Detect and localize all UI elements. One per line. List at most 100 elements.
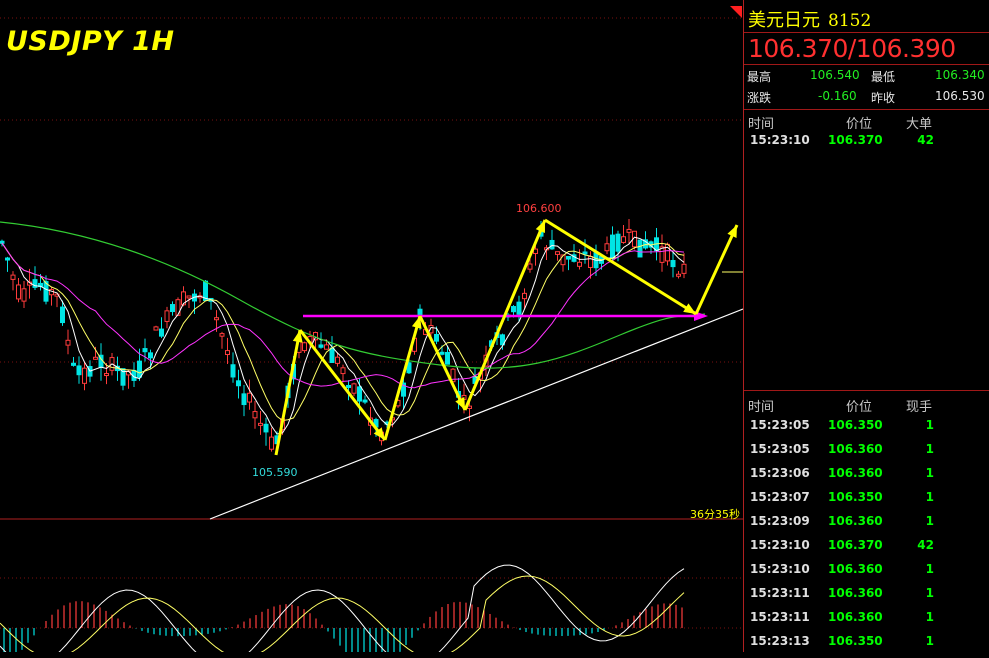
column-header-time: 时间 [748, 400, 775, 415]
row-price: 106.350 [828, 418, 883, 432]
candle-body [71, 362, 76, 366]
candle-body [533, 248, 538, 255]
row-time: 15:23:11 [750, 610, 810, 624]
row-price: 106.360 [828, 562, 883, 576]
chart-title: USDJPY 1H [6, 26, 175, 57]
instrument-code: 8152 [828, 11, 872, 31]
macd-line [0, 564, 685, 652]
candle-body [225, 350, 230, 356]
table-row[interactable]: 15:23:10 106.370 42 [744, 538, 989, 562]
candle-body [236, 380, 241, 387]
candle-body [566, 256, 571, 260]
candle-body [670, 260, 676, 268]
candle-body [247, 392, 252, 403]
candle-body [335, 356, 340, 364]
candle-body [164, 310, 170, 322]
candle-body [445, 352, 450, 365]
table-row[interactable]: 15:23:05 106.360 1 [744, 442, 989, 466]
table-row[interactable]: 15:23:05 106.350 1 [744, 418, 989, 442]
row-price: 106.370 [828, 133, 883, 147]
chart-canvas[interactable] [0, 0, 743, 652]
candle-body [346, 384, 351, 388]
row-volume: 1 [925, 586, 934, 600]
row-volume: 1 [925, 562, 934, 576]
candle-body [82, 367, 87, 384]
candle-body [21, 288, 27, 302]
low-label: 最低 [871, 70, 896, 84]
column-header-time: 时间 [748, 117, 775, 132]
candlestick-chart[interactable]: USDJPY 1H 106.600 105.590 36分35秒 [0, 0, 743, 652]
table-row[interactable]: 15:23:10 106.370 42 [744, 133, 989, 157]
candle-body [577, 261, 582, 267]
low-value: 106.340 [935, 68, 985, 82]
row-price: 106.350 [828, 490, 883, 504]
divider [744, 32, 989, 33]
candle-body [516, 301, 522, 315]
candle-body [676, 273, 681, 277]
row-volume: 1 [925, 514, 934, 528]
candle-body [5, 257, 10, 261]
divider [744, 109, 989, 110]
candle-body [549, 239, 555, 250]
candle-body [263, 423, 269, 433]
candle-body [626, 228, 632, 233]
row-time: 15:23:10 [750, 133, 810, 147]
candle-body [621, 236, 626, 243]
row-time: 15:23:11 [750, 586, 810, 600]
candle-body [434, 333, 439, 342]
high-label: 最高 [747, 70, 772, 84]
table-row[interactable]: 15:23:09 106.360 1 [744, 514, 989, 538]
row-time: 15:23:07 [750, 490, 810, 504]
candle-body [522, 292, 527, 300]
candle-body [269, 436, 274, 450]
row-price: 106.360 [828, 466, 883, 480]
candle-body [60, 306, 65, 324]
row-price: 106.360 [828, 442, 883, 456]
candle-body [170, 304, 175, 313]
table-row[interactable]: 15:23:11 106.360 1 [744, 610, 989, 634]
table-row[interactable]: 15:23:06 106.360 1 [744, 466, 989, 490]
candle-body [258, 422, 263, 426]
row-time: 15:23:05 [750, 442, 810, 456]
ma-line [1, 242, 685, 422]
table-row[interactable]: 15:23:13 106.350 1 [744, 634, 989, 658]
row-volume: 42 [917, 133, 934, 147]
candle-body [153, 326, 159, 331]
candle-body [604, 243, 610, 252]
quote-panel: 美元日元 8152 106.370/106.390 最高 106.540 最低 1… [743, 0, 989, 652]
column-header-price: 价位 [846, 400, 873, 415]
candle-body [104, 373, 109, 377]
table-row[interactable]: 15:23:11 106.360 1 [744, 586, 989, 610]
candle-body [219, 333, 225, 337]
row-time: 15:23:10 [750, 562, 810, 576]
corner-marker [730, 6, 742, 18]
candle-body [615, 233, 621, 252]
row-volume: 42 [917, 538, 934, 552]
candle-body [637, 239, 643, 258]
candle-body [10, 274, 16, 280]
table-row[interactable]: 15:23:10 106.360 1 [744, 562, 989, 586]
row-volume: 1 [925, 418, 934, 432]
candle-body [318, 344, 324, 348]
row-price: 106.370 [828, 538, 883, 552]
wave-arrow [694, 224, 739, 315]
candle-body [351, 383, 357, 394]
row-price: 106.360 [828, 586, 883, 600]
row-time: 15:23:13 [750, 634, 810, 648]
candle-body [142, 348, 148, 353]
row-volume: 1 [925, 466, 934, 480]
candle-body [214, 317, 219, 321]
arrow-head [535, 220, 545, 233]
row-time: 15:23:05 [750, 418, 810, 432]
row-volume: 1 [925, 610, 934, 624]
candle-body [241, 393, 247, 406]
column-header-volume: 大单 [906, 117, 933, 132]
support-trendline [209, 308, 743, 520]
candle-body [16, 284, 21, 300]
table-row[interactable]: 15:23:07 106.350 1 [744, 490, 989, 514]
divider [744, 64, 989, 65]
candle-body [362, 399, 368, 403]
candle-body [76, 365, 82, 376]
candle-body [555, 251, 560, 255]
high-value: 106.540 [810, 68, 860, 82]
